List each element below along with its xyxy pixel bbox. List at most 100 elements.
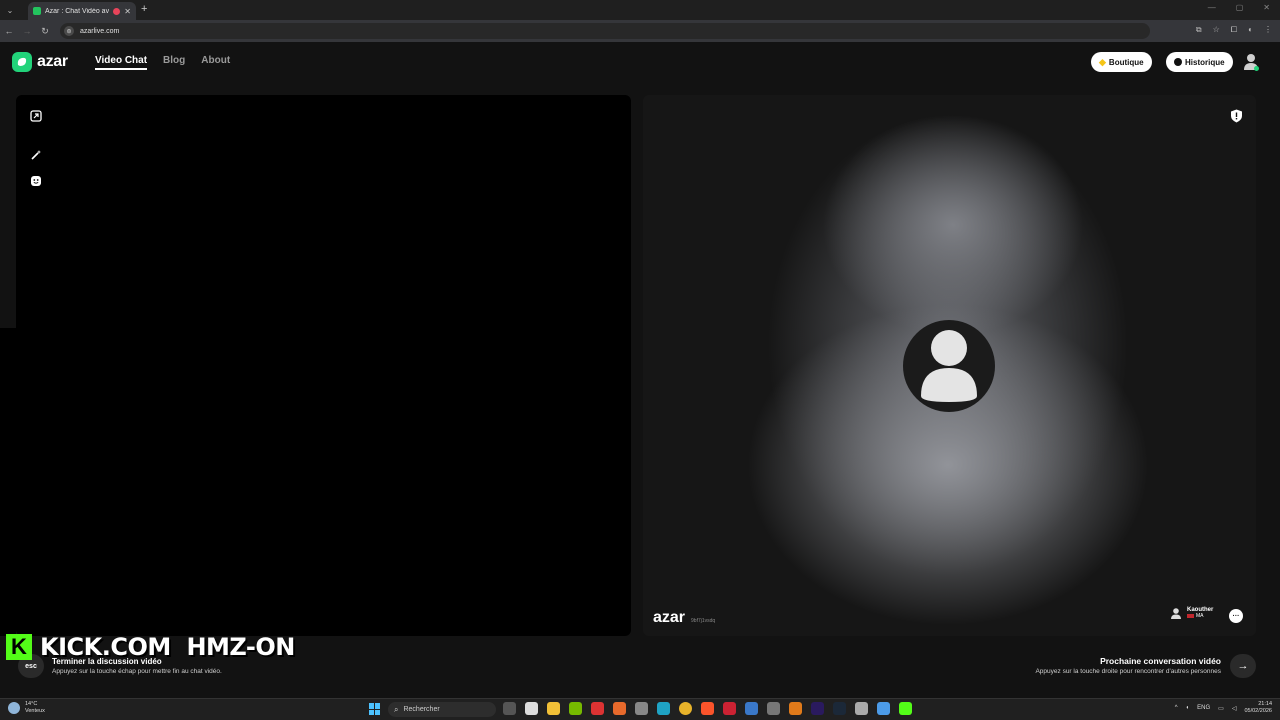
windows-taskbar: 14°C Venteux ⌕ Rechercher ^ ◖ ENG ▭ ◁ 21… bbox=[0, 698, 1280, 720]
back-icon[interactable]: ← bbox=[0, 26, 18, 36]
weather-desc: Venteux bbox=[25, 708, 45, 714]
stream-overlay: K KICK.COM HMZ-ON bbox=[6, 633, 295, 661]
self-video-pane bbox=[16, 95, 631, 636]
maximize-icon[interactable]: ▢ bbox=[1236, 3, 1244, 12]
close-window-icon[interactable]: ✕ bbox=[1263, 3, 1270, 12]
watermark-id: 9bf7j1vsdq bbox=[691, 618, 716, 624]
menu-dots-icon[interactable]: ⋮ bbox=[1264, 25, 1272, 35]
azar-logo-icon bbox=[12, 52, 32, 72]
end-chat-hint: Appuyez sur la touche échap pour mettre … bbox=[52, 668, 222, 675]
tab-search-icon[interactable]: ⌄ bbox=[0, 0, 20, 20]
user-avatar-icon[interactable] bbox=[1243, 53, 1259, 71]
face-filter-icon[interactable] bbox=[29, 174, 43, 188]
gem-icon: ◆ bbox=[1099, 56, 1106, 67]
partner-user-icon bbox=[1171, 608, 1181, 619]
boutique-button[interactable]: ◆ Boutique bbox=[1091, 52, 1152, 72]
azar-logo[interactable]: azar bbox=[12, 52, 68, 72]
browser-toolbar-icons: ⧉ ☆ ⧠ ◐ ⋮ bbox=[1196, 25, 1272, 35]
windows-start-icon[interactable] bbox=[369, 703, 381, 715]
weather-temp: 14°C bbox=[25, 701, 38, 707]
window-controls: — ▢ ✕ bbox=[1208, 3, 1270, 12]
steam-icon[interactable] bbox=[833, 702, 846, 715]
extensions-icon[interactable]: ⧠ bbox=[1231, 25, 1237, 35]
next-chat-button[interactable]: → bbox=[1230, 654, 1256, 678]
nav-video-chat[interactable]: Video Chat bbox=[95, 55, 148, 70]
reload-icon[interactable]: ↻ bbox=[36, 26, 54, 37]
partner-info[interactable]: Kaouther MA bbox=[1170, 607, 1213, 619]
online-status-dot bbox=[1254, 66, 1259, 71]
edge-icon[interactable] bbox=[657, 702, 670, 715]
browser-tab[interactable]: Azar : Chat Vidéo avec de n ✕ bbox=[28, 2, 136, 20]
chrome-icon[interactable] bbox=[679, 702, 692, 715]
next-chat-title: Prochaine conversation vidéo bbox=[1100, 656, 1221, 666]
system-tray: ^ ◖ ENG ▭ ◁ 21:14 05/02/2026 bbox=[1175, 701, 1272, 715]
expand-icon[interactable] bbox=[29, 109, 43, 123]
address-bar: ← → ↻ ⊜ azarlive.com ⧉ ☆ ⧠ ◐ ⋮ bbox=[0, 20, 1280, 42]
chat-bubble-icon[interactable]: ··· bbox=[1229, 609, 1243, 623]
clock[interactable]: 21:14 05/02/2026 bbox=[1244, 701, 1272, 715]
app-icon-11[interactable] bbox=[723, 702, 736, 715]
next-chat-hint: Appuyez sur la touche droite pour rencon… bbox=[1035, 668, 1221, 675]
app-icon-12[interactable] bbox=[745, 702, 758, 715]
brave-icon[interactable] bbox=[701, 702, 714, 715]
app-icon-13[interactable] bbox=[767, 702, 780, 715]
magic-wand-icon[interactable] bbox=[29, 148, 43, 162]
nav-blog[interactable]: Blog bbox=[163, 55, 185, 70]
app-icon-19[interactable] bbox=[899, 702, 912, 715]
notepad-icon[interactable] bbox=[877, 702, 890, 715]
nvidia-icon[interactable] bbox=[569, 702, 582, 715]
overlay-text: KICK.COM HMZ-ON bbox=[40, 633, 295, 661]
clock-time: 21:14 bbox=[1258, 701, 1272, 707]
browser-tab-bar: ⌄ Azar : Chat Vidéo avec de n ✕ + — ▢ ✕ bbox=[0, 0, 1280, 20]
left-edge-shadow bbox=[0, 328, 16, 636]
partner-country: MA bbox=[1187, 613, 1213, 619]
site-info-icon[interactable]: ⊜ bbox=[64, 26, 74, 36]
search-placeholder: Rechercher bbox=[403, 706, 440, 713]
taskbar-search-input[interactable]: ⌕ Rechercher bbox=[388, 702, 496, 717]
language-indicator[interactable]: ENG bbox=[1197, 705, 1210, 711]
historique-button[interactable]: Historique bbox=[1166, 52, 1233, 72]
morocco-flag-icon bbox=[1187, 614, 1194, 618]
close-tab-icon[interactable]: ✕ bbox=[124, 7, 131, 16]
watermark-logo: azar bbox=[653, 609, 686, 626]
clock-icon bbox=[1174, 58, 1182, 66]
mic-icon[interactable]: ◖ bbox=[1186, 705, 1190, 711]
app-icon-6[interactable] bbox=[613, 702, 626, 715]
forward-icon[interactable]: → bbox=[18, 26, 36, 36]
task-view-icon[interactable] bbox=[503, 702, 516, 715]
network-icon[interactable]: ▭ bbox=[1218, 705, 1224, 712]
report-shield-icon[interactable] bbox=[1230, 109, 1243, 123]
search-icon: ⌕ bbox=[394, 704, 399, 714]
weather-icon bbox=[8, 702, 20, 714]
app-icon-14[interactable] bbox=[789, 702, 802, 715]
premiere-icon[interactable] bbox=[811, 702, 824, 715]
partner-video-pane: azar 9bf7j1vsdq Kaouther MA ··· bbox=[643, 95, 1256, 636]
taskbar-apps bbox=[503, 702, 912, 715]
bolt-app-icon[interactable] bbox=[591, 702, 604, 715]
minimize-icon[interactable]: — bbox=[1208, 3, 1216, 12]
kick-logo-icon: K bbox=[6, 634, 32, 660]
partner-avatar-placeholder bbox=[903, 320, 995, 412]
logo-text: azar bbox=[37, 53, 68, 70]
cast-icon[interactable]: ⧉ bbox=[1196, 25, 1202, 35]
weather-widget[interactable]: 14°C Venteux bbox=[8, 701, 45, 715]
main-nav: Video Chat Blog About bbox=[95, 55, 230, 70]
nav-about[interactable]: About bbox=[201, 55, 230, 70]
historique-label: Historique bbox=[1185, 57, 1225, 67]
file-explorer-icon[interactable] bbox=[547, 702, 560, 715]
url-input[interactable]: ⊜ azarlive.com bbox=[60, 23, 1150, 39]
volume-icon[interactable]: ◁ bbox=[1232, 705, 1237, 712]
bookmark-star-icon[interactable]: ☆ bbox=[1213, 25, 1220, 35]
profile-icon[interactable]: ◐ bbox=[1248, 25, 1253, 35]
tray-chevron-icon[interactable]: ^ bbox=[1175, 705, 1178, 711]
recording-icon bbox=[113, 7, 121, 15]
new-tab-button[interactable]: + bbox=[141, 3, 147, 15]
app-icon-7[interactable] bbox=[635, 702, 648, 715]
widgets-icon[interactable] bbox=[525, 702, 538, 715]
partner-country-code: MA bbox=[1196, 613, 1204, 619]
url-text: azarlive.com bbox=[80, 27, 120, 35]
site-header: azar Video Chat Blog About ◆ Boutique Hi… bbox=[0, 42, 1280, 82]
app-icon-17[interactable] bbox=[855, 702, 868, 715]
azar-favicon-icon bbox=[33, 7, 41, 15]
clock-date: 05/02/2026 bbox=[1244, 708, 1272, 714]
